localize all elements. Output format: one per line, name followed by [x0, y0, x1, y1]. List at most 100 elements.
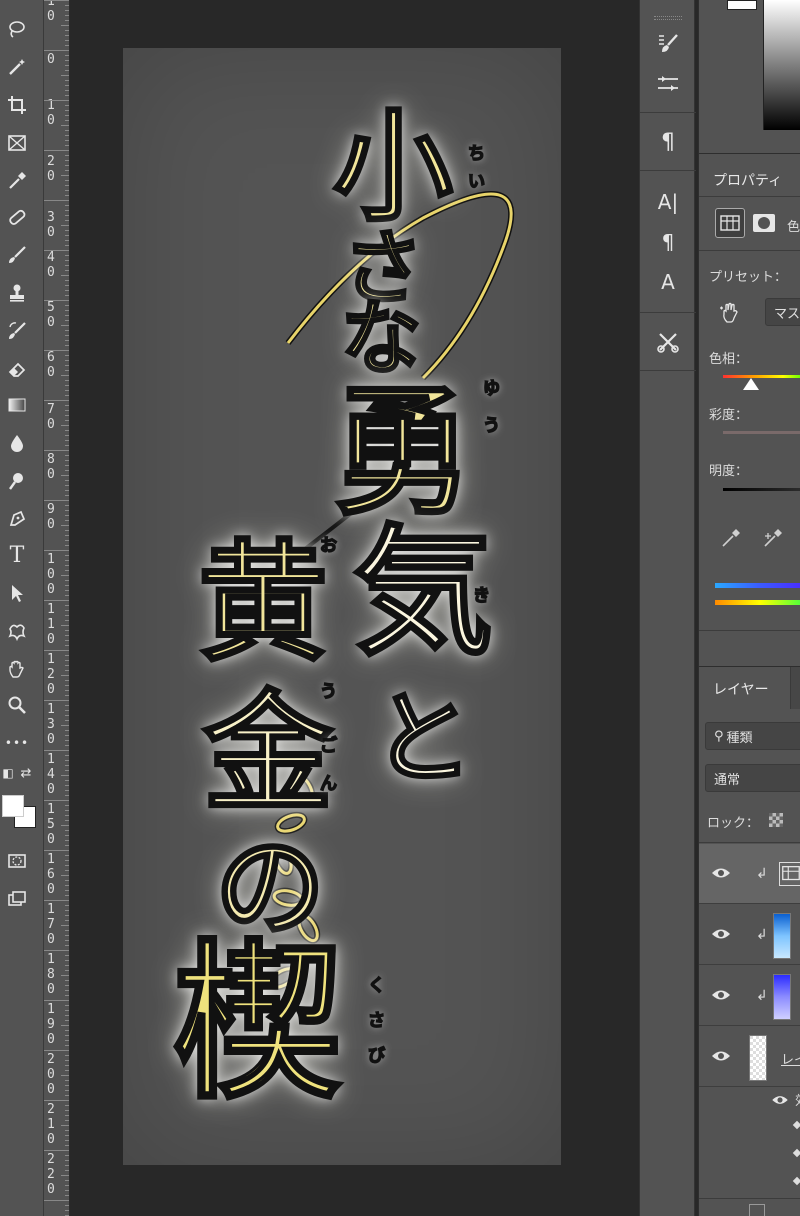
quick-mask-icon[interactable] — [4, 848, 30, 874]
tab-layers[interactable]: レイヤー — [699, 667, 791, 709]
eyedropper-icon[interactable] — [719, 526, 743, 550]
ruler-tick — [44, 700, 69, 701]
ruler-tick — [65, 495, 69, 496]
path-selection-icon[interactable] — [4, 580, 30, 606]
ruler-tick — [65, 80, 69, 81]
layer-filter-search[interactable]: ⚲ 種類 — [705, 722, 800, 750]
ruler-tick — [65, 145, 69, 146]
custom-shape-icon[interactable] — [4, 618, 30, 644]
brush-settings-icon[interactable] — [654, 30, 682, 58]
swap-colors-icon[interactable]: ⇄ — [18, 765, 34, 781]
blur-icon[interactable] — [4, 430, 30, 456]
panel-grip[interactable] — [654, 16, 682, 20]
ruler-tick — [65, 595, 69, 596]
eyedropper-icon[interactable] — [4, 168, 30, 194]
ruler-tick — [65, 815, 69, 816]
saturation-slider[interactable] — [723, 431, 800, 434]
visibility-eye-icon[interactable] — [711, 1049, 731, 1063]
ruler-tick — [65, 660, 69, 661]
layer-row[interactable]: ↲ — [699, 966, 800, 1026]
brush-icon[interactable] — [4, 242, 30, 268]
ruler-tick — [65, 30, 69, 31]
mask-icon[interactable] — [751, 212, 777, 234]
layer-row[interactable]: レイ — [699, 1027, 800, 1087]
preset-dropdown[interactable]: マス — [765, 298, 800, 326]
adjust-icon[interactable] — [654, 70, 682, 98]
color-picker-field[interactable] — [763, 0, 800, 130]
ruler-tick — [65, 330, 69, 331]
ruler-label: 1 0 — [47, 0, 55, 24]
search-icon: ⚲ — [714, 728, 724, 744]
ruler-tick — [65, 1045, 69, 1046]
dodge-icon[interactable] — [4, 468, 30, 494]
hue-label: 色相： — [709, 352, 749, 367]
on-image-adjust-icon[interactable] — [719, 300, 743, 324]
screen-mode-icon[interactable] — [4, 886, 30, 912]
ruler-tick — [65, 60, 69, 61]
layer-row[interactable]: ↲ — [699, 844, 800, 904]
ruler-tick — [65, 1020, 69, 1021]
hue-range-bar-top — [715, 583, 800, 588]
paragraph-icon[interactable]: ¶ — [654, 128, 682, 156]
gradient-icon[interactable] — [4, 392, 30, 418]
ruler-tick — [65, 340, 69, 341]
lock-transparent-pixels-icon[interactable] — [769, 813, 783, 827]
ruler-tick — [65, 640, 69, 641]
history-brush-icon[interactable] — [4, 318, 30, 344]
foreground-color-swatch[interactable] — [2, 795, 24, 817]
ruler-tick — [65, 810, 69, 811]
more-tools-icon[interactable]: ••• — [4, 730, 30, 756]
ruler-tick — [65, 1015, 69, 1016]
clone-stamp-icon[interactable] — [4, 280, 30, 306]
canvas[interactable]: 小 さ な ち い 勇 気 と ゆ う き 黄 金 の 楔 お う ご ん く … — [123, 48, 561, 1165]
healing-brush-icon[interactable] — [4, 204, 30, 230]
tools-icon[interactable] — [654, 328, 682, 356]
ruler-tick — [44, 450, 69, 451]
lasso-icon[interactable] — [4, 16, 30, 42]
blend-mode-dropdown[interactable]: 通常 — [705, 764, 800, 792]
foreground-swatch[interactable] — [727, 0, 757, 10]
crop-icon[interactable] — [4, 92, 30, 118]
pasteboard: 小 さ な ち い 勇 気 と ゆ う き 黄 金 の 楔 お う ご ん く … — [71, 0, 613, 1216]
ruler-tick — [44, 400, 69, 401]
hand-icon[interactable] — [4, 656, 30, 682]
preset-label: プリセット： — [709, 270, 788, 285]
ruby-text: ん — [319, 774, 338, 794]
properties-panel-title[interactable]: プロパティ — [713, 170, 782, 190]
paragraph-style-icon[interactable]: ¶ — [654, 228, 682, 256]
ruler-tick — [65, 140, 69, 141]
visibility-eye-icon[interactable] — [771, 1094, 789, 1106]
zoom-icon[interactable] — [4, 692, 30, 718]
hue-slider-thumb[interactable] — [743, 378, 759, 390]
visibility-eye-icon[interactable] — [711, 927, 731, 941]
type-icon[interactable]: T — [4, 543, 30, 569]
ruler-tick — [65, 1035, 69, 1036]
adjustment-layer-thumb — [779, 862, 800, 886]
visibility-eye-icon[interactable] — [711, 988, 731, 1002]
properties-tab-partial[interactable]: 色 — [787, 216, 800, 235]
ruler-tick — [65, 1040, 69, 1041]
add-eyedropper-icon[interactable] — [761, 526, 785, 550]
clipping-mask-icon: ↲ — [756, 988, 768, 1004]
ruler-tick — [65, 1120, 69, 1121]
hue-slider[interactable] — [723, 375, 800, 378]
ruler-tick — [61, 925, 69, 926]
ruler-tick — [65, 955, 69, 956]
ruler-tick — [65, 460, 69, 461]
lightness-slider[interactable] — [723, 488, 800, 491]
ruler-tick — [44, 1200, 69, 1201]
ruler-tick — [65, 65, 69, 66]
adjustment-layer-icon[interactable] — [715, 208, 745, 238]
frame-icon[interactable] — [4, 130, 30, 156]
ruler-tick — [65, 985, 69, 986]
default-colors-icon[interactable]: ◧ — [0, 765, 16, 781]
ruler-tick — [65, 590, 69, 591]
eraser-icon[interactable] — [4, 356, 30, 382]
layer-row[interactable]: ↲ — [699, 905, 800, 965]
magic-wand-icon[interactable] — [4, 54, 30, 80]
visibility-eye-icon[interactable] — [711, 866, 731, 880]
ruler-label: 8 0 — [47, 452, 55, 482]
character-icon[interactable]: A| — [654, 188, 682, 216]
pen-icon[interactable] — [4, 506, 30, 532]
character-style-icon[interactable]: A — [654, 268, 682, 296]
